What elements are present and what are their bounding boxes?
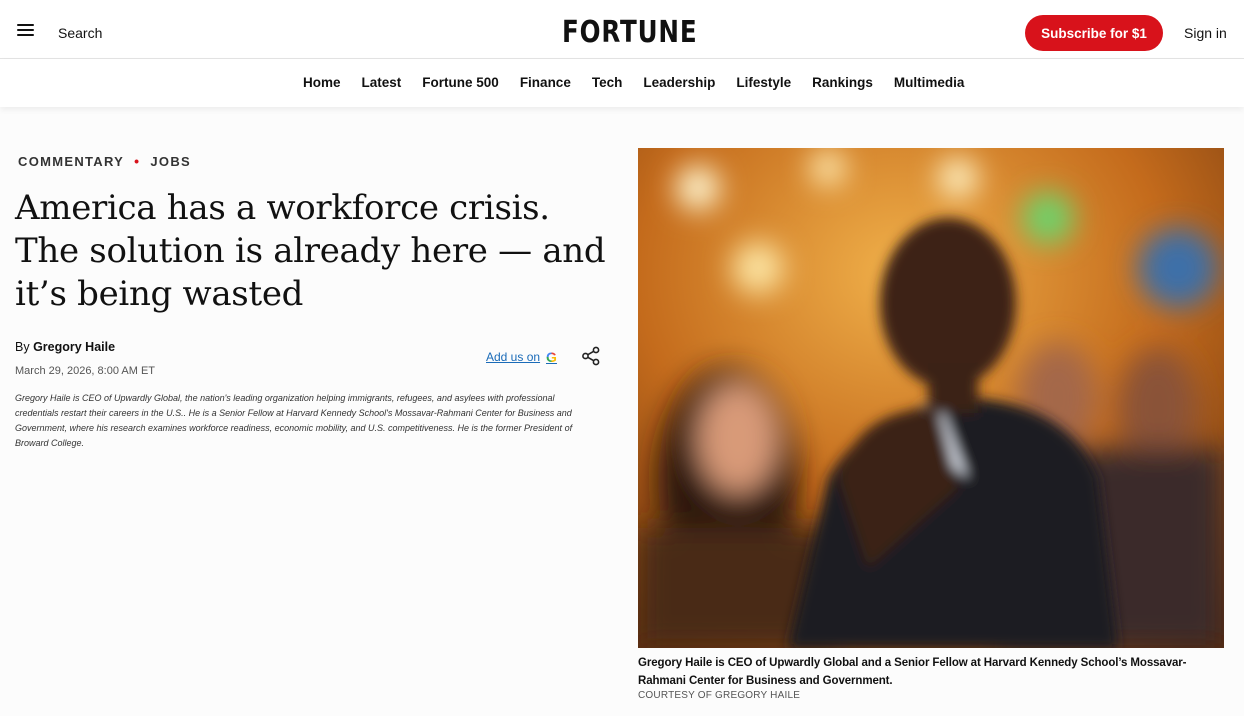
nav-item-lifestyle[interactable]: Lifestyle [736, 75, 791, 90]
image-credit: COURTESY OF GREGORY HAILE [638, 690, 801, 701]
nav-item-tech[interactable]: Tech [592, 75, 623, 90]
nav-item-fortune-500[interactable]: Fortune 500 [422, 75, 499, 90]
author-link[interactable]: Gregory Haile [33, 340, 115, 354]
article-kicker: COMMENTARY • JOBS [18, 153, 191, 169]
article-hero-image [638, 148, 1224, 648]
nav-item-finance[interactable]: Finance [520, 75, 571, 90]
search-link[interactable]: Search [58, 25, 102, 41]
nav-item-multimedia[interactable]: Multimedia [894, 75, 965, 90]
kicker-jobs-link[interactable]: JOBS [150, 154, 191, 169]
google-icon: G [546, 349, 557, 365]
site-header: Search FORTUNE Subscribe for $1 Sign in [0, 0, 1244, 59]
author-bio: Gregory Haile is CEO of Upwardly Global,… [15, 393, 573, 448]
portrait-photo [638, 148, 1224, 648]
fortune-logo[interactable]: FORTUNE [562, 15, 697, 50]
sign-in-link[interactable]: Sign in [1184, 25, 1227, 41]
kicker-commentary-link[interactable]: COMMENTARY [18, 154, 124, 169]
main-nav: Home Latest Fortune 500 Finance Tech Lea… [0, 59, 1244, 107]
publish-date: March 29, 2026, 8:00 AM ET [15, 365, 156, 377]
nav-item-home[interactable]: Home [303, 75, 341, 90]
image-caption: Gregory Haile is CEO of Upwardly Global … [638, 657, 1187, 687]
kicker-separator-dot: • [134, 153, 141, 169]
nav-item-rankings[interactable]: Rankings [812, 75, 873, 90]
byline: By Gregory Haile [15, 340, 115, 354]
subscribe-button[interactable]: Subscribe for $1 [1025, 15, 1163, 51]
add-us-label: Add us on [486, 350, 541, 364]
add-us-on-google-link[interactable]: Add us on G [486, 349, 557, 365]
nav-item-latest[interactable]: Latest [362, 75, 402, 90]
byline-prefix: By [15, 340, 30, 354]
article-headline: America has a workforce crisis. The solu… [15, 188, 606, 314]
share-icon[interactable] [581, 346, 601, 366]
hamburger-menu-icon[interactable] [17, 24, 34, 38]
nav-item-leadership[interactable]: Leadership [643, 75, 715, 90]
